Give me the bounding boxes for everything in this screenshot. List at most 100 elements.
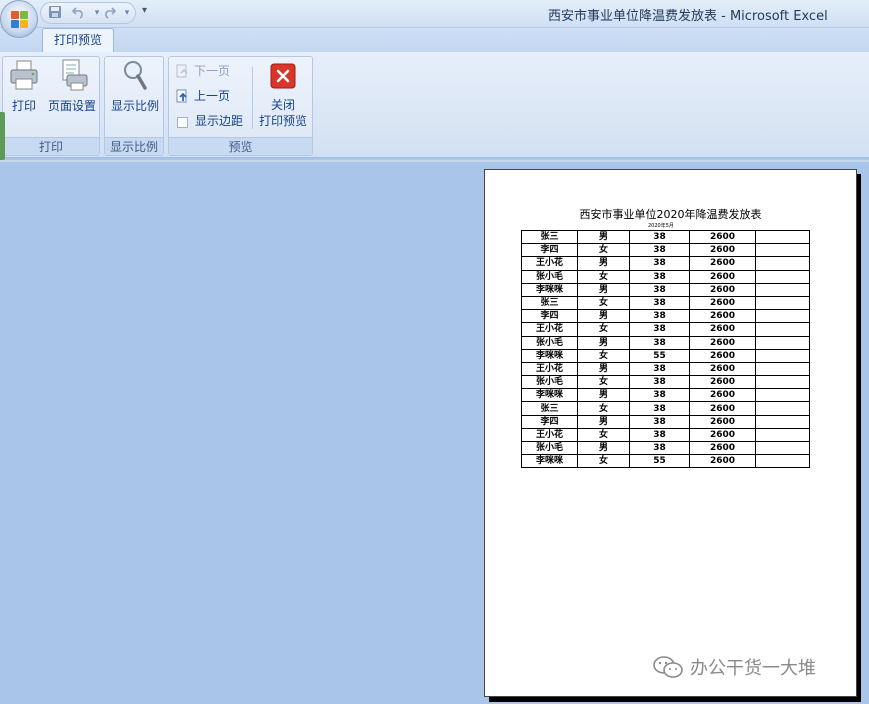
table-cell[interactable] xyxy=(755,401,810,416)
table-cell[interactable]: 2600 xyxy=(689,388,756,403)
table-cell[interactable]: 2600 xyxy=(689,401,756,416)
table-cell[interactable]: 38 xyxy=(629,401,690,416)
table-cell[interactable]: 男 xyxy=(577,282,630,297)
table-cell[interactable]: 2600 xyxy=(689,295,756,311)
table-cell[interactable]: 38 xyxy=(629,295,690,311)
table-cell[interactable] xyxy=(755,375,810,390)
table-cell[interactable]: 男 xyxy=(577,229,630,245)
table-cell[interactable] xyxy=(755,427,810,443)
save-icon[interactable] xyxy=(47,5,63,23)
table-cell[interactable]: 38 xyxy=(629,388,690,403)
print-button[interactable]: 打印 xyxy=(7,59,41,114)
table-cell[interactable]: 2600 xyxy=(689,256,756,271)
show-margins-checkbox[interactable]: 显示边距 xyxy=(175,110,243,132)
table-cell[interactable]: 2600 xyxy=(689,375,756,390)
table-cell[interactable]: 李咪咪 xyxy=(521,454,578,469)
table-cell[interactable]: 张小毛 xyxy=(521,375,578,390)
table-cell[interactable]: 2600 xyxy=(689,414,756,429)
table-cell[interactable]: 38 xyxy=(629,335,690,350)
table-cell[interactable]: 38 xyxy=(629,229,690,245)
table-cell[interactable]: 男 xyxy=(577,388,630,403)
tab-print-preview[interactable]: 打印预览 xyxy=(42,28,114,53)
table-cell[interactable] xyxy=(755,309,810,324)
table-cell[interactable]: 女 xyxy=(577,427,630,443)
table-cell[interactable]: 女 xyxy=(577,454,630,469)
table-cell[interactable]: 女 xyxy=(577,375,630,390)
checkbox-icon[interactable] xyxy=(177,117,188,128)
table-cell[interactable]: 张小毛 xyxy=(521,269,578,284)
table-cell[interactable]: 2600 xyxy=(689,440,756,456)
table-cell[interactable] xyxy=(755,269,810,284)
table-cell[interactable] xyxy=(755,388,810,403)
table-cell[interactable]: 2600 xyxy=(689,427,756,443)
table-cell[interactable]: 55 xyxy=(629,454,690,469)
customize-qat-button[interactable]: ▾ xyxy=(142,5,147,16)
table-cell[interactable]: 女 xyxy=(577,348,630,363)
table-cell[interactable]: 张三 xyxy=(521,229,578,245)
table-cell[interactable]: 女 xyxy=(577,322,630,337)
table-cell[interactable] xyxy=(755,295,810,311)
table-cell[interactable]: 38 xyxy=(629,243,690,258)
table-cell[interactable]: 男 xyxy=(577,414,630,429)
table-cell[interactable]: 2600 xyxy=(689,309,756,324)
page-setup-button[interactable]: 页面设置 xyxy=(45,59,99,114)
table-cell[interactable]: 李四 xyxy=(521,243,578,258)
table-cell[interactable]: 2600 xyxy=(689,322,756,337)
table-cell[interactable] xyxy=(755,414,810,429)
table-cell[interactable]: 王小花 xyxy=(521,322,578,337)
table-cell[interactable]: 女 xyxy=(577,269,630,284)
redo-dropdown-icon[interactable]: ▾ xyxy=(119,8,135,18)
table-cell[interactable]: 2600 xyxy=(689,229,756,245)
table-cell[interactable]: 男 xyxy=(577,440,630,456)
table-cell[interactable]: 张小毛 xyxy=(521,440,578,456)
table-cell[interactable]: 38 xyxy=(629,414,690,429)
table-cell[interactable]: 38 xyxy=(629,269,690,284)
close-preview-button[interactable]: 关闭 打印预览 xyxy=(255,63,311,129)
table-cell[interactable]: 38 xyxy=(629,256,690,271)
table-cell[interactable]: 2600 xyxy=(689,269,756,284)
table-cell[interactable]: 38 xyxy=(629,361,690,377)
undo-icon[interactable] xyxy=(71,5,87,23)
table-cell[interactable]: 38 xyxy=(629,427,690,443)
table-cell[interactable]: 张小毛 xyxy=(521,335,578,350)
table-cell[interactable]: 38 xyxy=(629,375,690,390)
table-cell[interactable]: 2600 xyxy=(689,243,756,258)
table-cell[interactable] xyxy=(755,282,810,297)
table-cell[interactable]: 女 xyxy=(577,401,630,416)
table-cell[interactable]: 李咪咪 xyxy=(521,388,578,403)
table-cell[interactable]: 王小花 xyxy=(521,361,578,377)
table-cell[interactable]: 38 xyxy=(629,282,690,297)
zoom-button[interactable]: 显示比例 xyxy=(107,59,163,114)
table-cell[interactable]: 王小花 xyxy=(521,427,578,443)
table-cell[interactable]: 2600 xyxy=(689,348,756,363)
table-cell[interactable]: 张三 xyxy=(521,401,578,416)
table-cell[interactable]: 2600 xyxy=(689,282,756,297)
table-cell[interactable] xyxy=(755,348,810,363)
table-cell[interactable]: 男 xyxy=(577,256,630,271)
table-cell[interactable] xyxy=(755,454,810,469)
table-cell[interactable]: 55 xyxy=(629,348,690,363)
table-cell[interactable]: 王小花 xyxy=(521,256,578,271)
table-cell[interactable]: 38 xyxy=(629,440,690,456)
table-cell[interactable] xyxy=(755,243,810,258)
table-cell[interactable] xyxy=(755,361,810,377)
table-cell[interactable]: 男 xyxy=(577,335,630,350)
previous-page-button[interactable]: 上一页 xyxy=(175,85,230,107)
next-page-button[interactable]: 下一页 xyxy=(175,60,230,82)
table-cell[interactable]: 2600 xyxy=(689,335,756,350)
table-cell[interactable]: 女 xyxy=(577,295,630,311)
table-cell[interactable]: 2600 xyxy=(689,361,756,377)
table-cell[interactable]: 李四 xyxy=(521,309,578,324)
table-cell[interactable]: 2600 xyxy=(689,454,756,469)
table-cell[interactable] xyxy=(755,256,810,271)
table-cell[interactable] xyxy=(755,335,810,350)
table-cell[interactable]: 女 xyxy=(577,243,630,258)
table-cell[interactable] xyxy=(755,229,810,245)
table-cell[interactable]: 张三 xyxy=(521,295,578,311)
table-cell[interactable]: 38 xyxy=(629,309,690,324)
table-cell[interactable]: 38 xyxy=(629,322,690,337)
preview-page[interactable]: 西安市事业单位2020年降温费发放表 2020年5月 张三男 38 2600 李四女 3… xyxy=(484,169,857,697)
table-cell[interactable]: 李咪咪 xyxy=(521,282,578,297)
redo-icon[interactable] xyxy=(101,5,117,23)
table-cell[interactable]: 男 xyxy=(577,361,630,377)
